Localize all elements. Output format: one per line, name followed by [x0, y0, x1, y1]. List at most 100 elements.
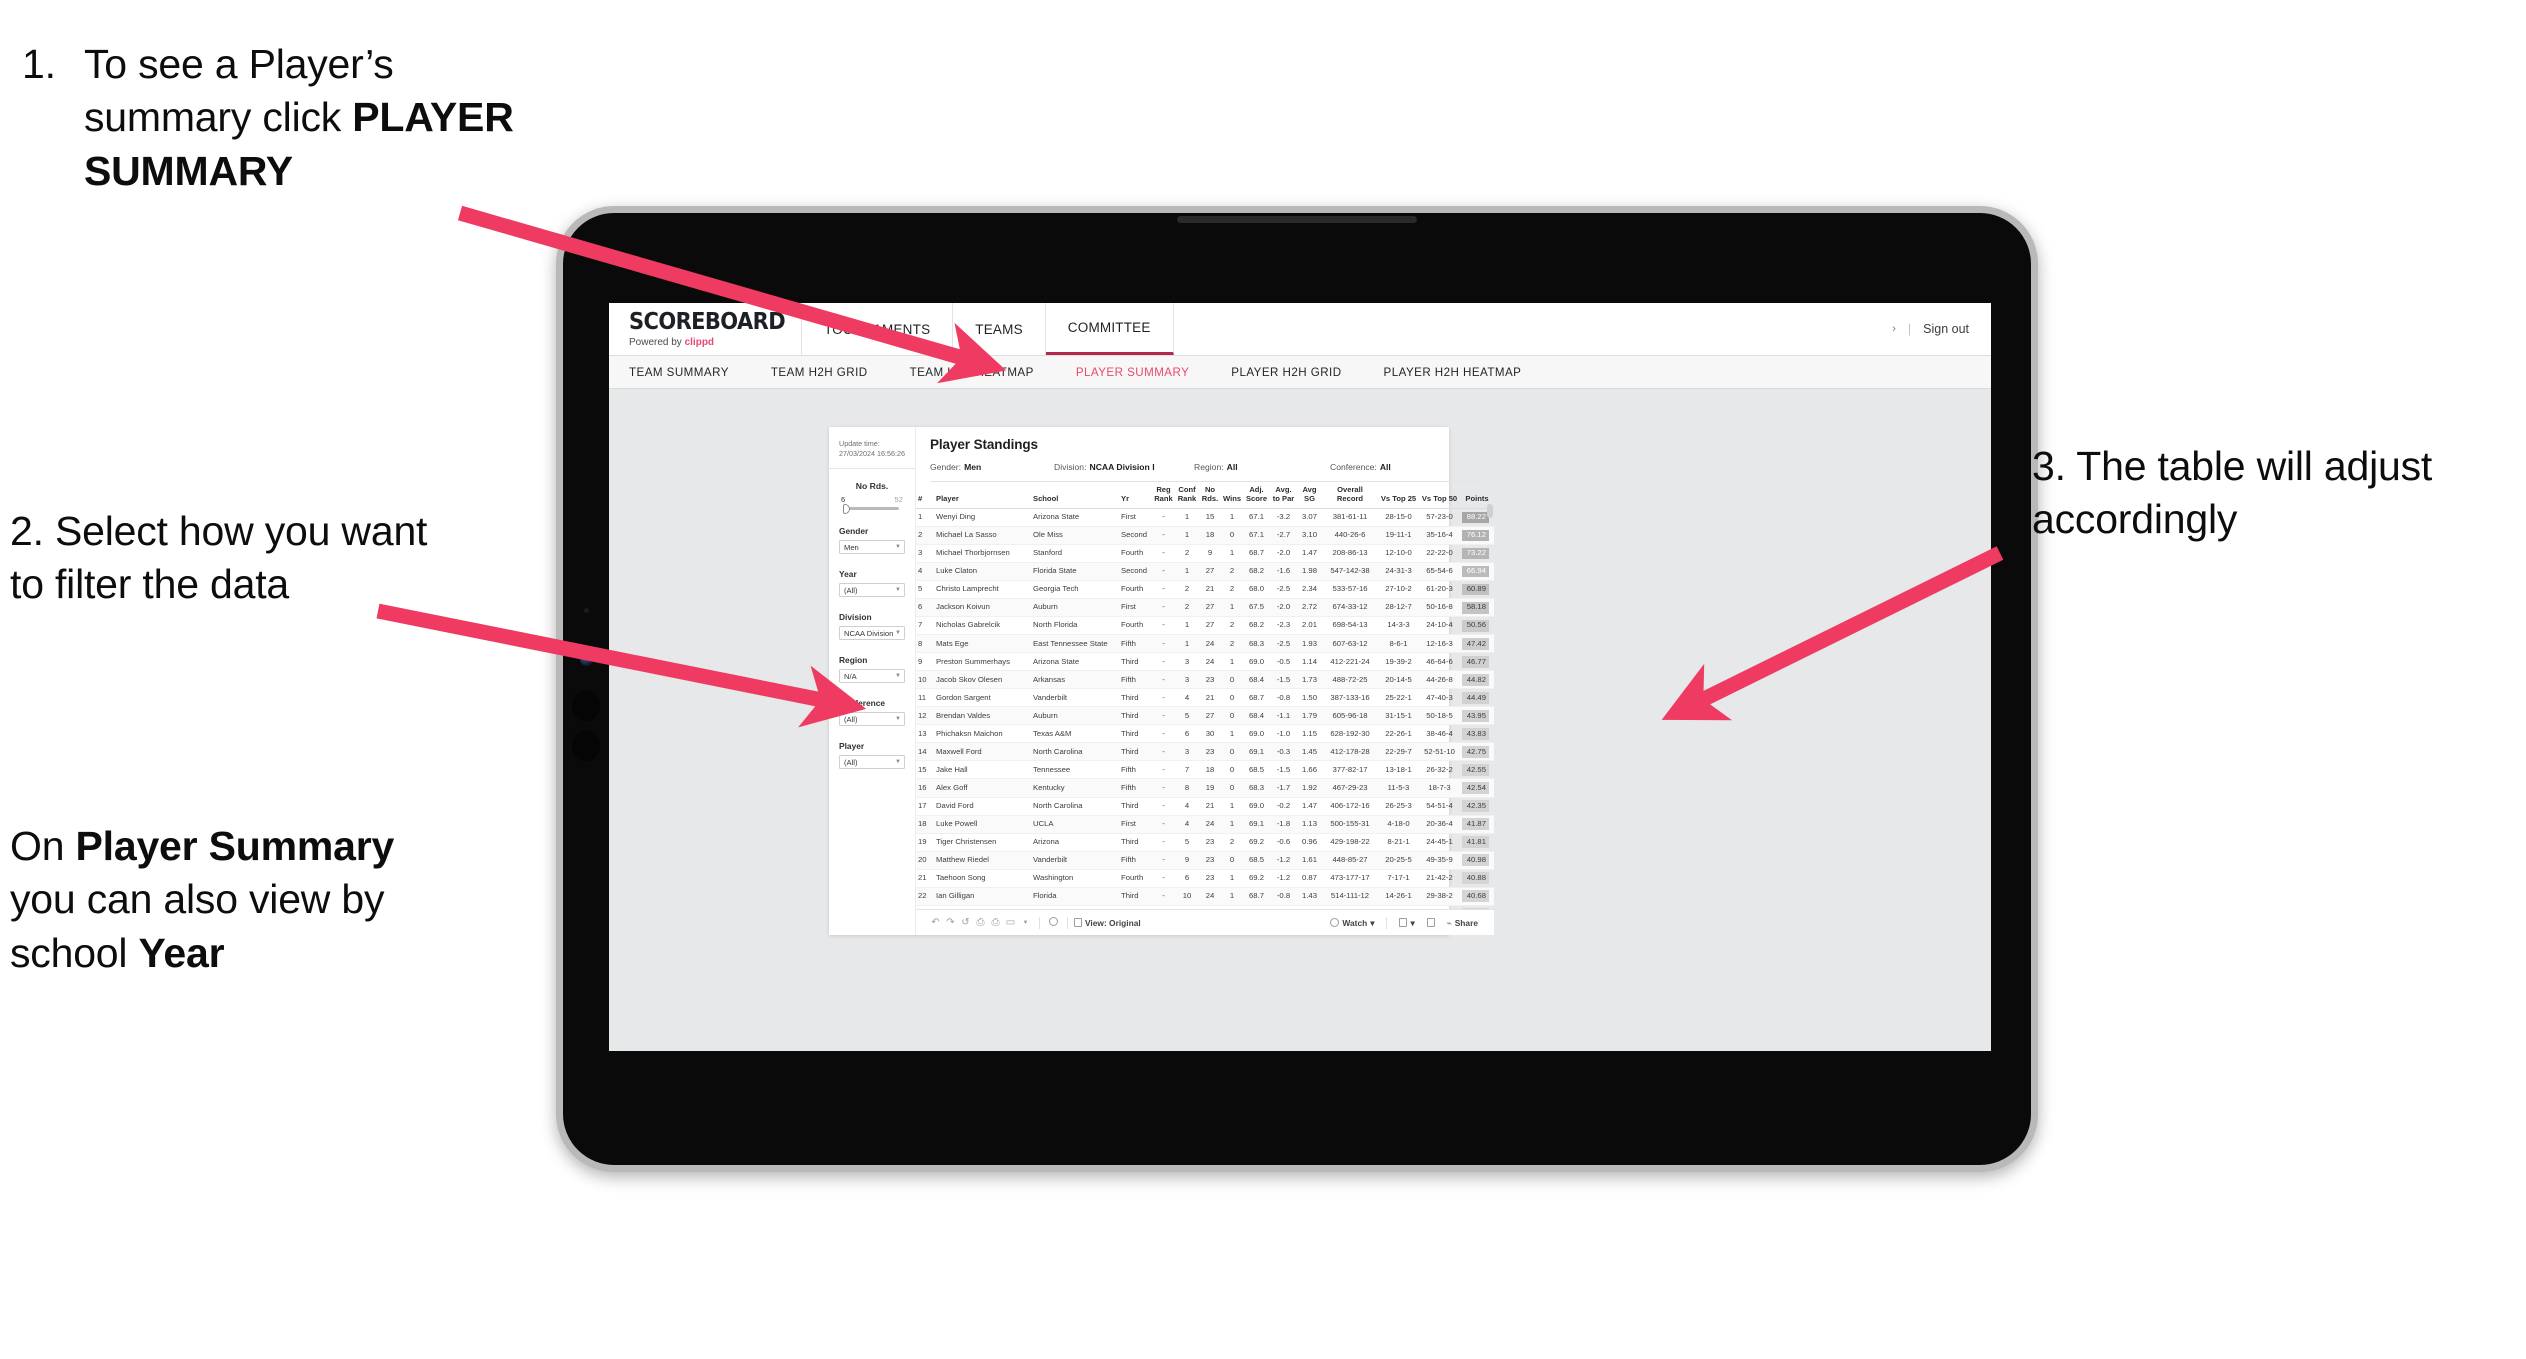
table-row[interactable]: 2 Michael La Sasso Ole Miss Second -1 18 0 67.1…: [916, 526, 1494, 546]
watch-button[interactable]: Watch ▾: [1324, 918, 1380, 928]
table-row[interactable]: 15 Jake Hall Tennessee Fifth -7 18 0 68.5 -1.5 1.…: [916, 760, 1494, 780]
table-column-header[interactable]: Vs Top 25: [1378, 482, 1419, 509]
watch-label: Watch: [1342, 917, 1368, 928]
dashboard-sheet: Update time: 27/03/2024 16:56:26 No Rds.…: [829, 427, 1494, 935]
table-row[interactable]: 9 Preston Summerhays Arizona State Third -3 2…: [916, 652, 1494, 672]
table-row[interactable]: 13 Phichaksn Maichon Texas A&M Third -6 30 1 69…: [916, 724, 1494, 744]
pause-updates-icon[interactable]: ⎙: [988, 917, 1003, 928]
filter-conference-select[interactable]: (All) ▼: [839, 712, 905, 727]
table-cell: 24-45-1: [1419, 833, 1460, 852]
table-cell: North Florida: [1031, 616, 1119, 636]
sign-out-link[interactable]: Sign out: [1923, 322, 1969, 336]
table-column-header[interactable]: Player: [934, 482, 1031, 509]
chevron-down-icon[interactable]: ▼: [1018, 920, 1033, 926]
table-row[interactable]: 10 Jacob Skov Olesen Arkansas Fifth -3 23 0 68.…: [916, 670, 1494, 690]
table-cell: -1.5: [1270, 760, 1297, 780]
table-row[interactable]: 16 Alex Goff Kentucky Fifth -8 19 0 68.3 -1.7 1.9…: [916, 778, 1494, 798]
table-column-header[interactable]: School: [1031, 482, 1119, 509]
annotation-step-2: 2. Select how you want to filter the dat…: [10, 505, 430, 612]
workspace-bottom-pad: [609, 389, 1991, 413]
tablet-button-upper[interactable]: [572, 691, 600, 721]
tab-player-summary[interactable]: PLAYER SUMMARY: [1055, 366, 1210, 379]
table-column-header[interactable]: Adj. Score: [1243, 482, 1270, 509]
points-value: 40.27: [1462, 908, 1489, 909]
table-column-header[interactable]: Vs Top 50: [1419, 482, 1460, 509]
table-scrollbar[interactable]: [1487, 504, 1493, 907]
revert-icon[interactable]: ↺: [958, 917, 973, 928]
standings-header: Player Standings Gender: Men Division: NCA…: [916, 437, 1494, 482]
table-row[interactable]: 18 Luke Powell UCLA First -4 24 1 69.1 -1.8 1.13 5…: [916, 815, 1494, 834]
filter-year-select[interactable]: (All) ▼: [839, 583, 905, 598]
tab-player-h2h-heatmap[interactable]: PLAYER H2H HEATMAP: [1363, 366, 1543, 379]
table-row[interactable]: 4 Luke Claton Florida State Second -1 27 2 68.2…: [916, 562, 1494, 582]
tab-team-h2h-heatmap[interactable]: TEAM H2H HEATMAP: [889, 366, 1055, 379]
table-cell: 30: [1199, 724, 1221, 744]
table-column-header[interactable]: Avg. to Par: [1270, 482, 1297, 509]
fullscreen-button[interactable]: [1421, 918, 1441, 927]
nav-item-teams[interactable]: TEAMS: [953, 303, 1046, 355]
rectangle-select-icon[interactable]: ▭: [1003, 917, 1018, 928]
table-cell: 26-25-3: [1378, 797, 1419, 816]
filter-division-select[interactable]: NCAA Division I ▼: [839, 626, 905, 641]
update-time-value: 27/03/2024 16:56:26: [839, 448, 905, 458]
table-column-header[interactable]: Yr: [1119, 482, 1152, 509]
table-row[interactable]: 17 David Ford North Carolina Third -4 21 1 69.0…: [916, 797, 1494, 816]
download-button[interactable]: ▾: [1393, 918, 1420, 928]
table-cell: Michael La Sasso: [934, 526, 1031, 546]
tablet-button-lower[interactable]: [572, 731, 600, 761]
view-original-button[interactable]: View: Original: [1074, 918, 1141, 928]
table-row[interactable]: 20 Matthew Riedel Vanderbilt Fifth -9 23 0 68.5…: [916, 851, 1494, 870]
filter-gender-select[interactable]: Men ▼: [839, 540, 905, 555]
table-row[interactable]: 7 Nicholas Gabrelcik North Florida Fourth -1…: [916, 616, 1494, 636]
no-rounds-handle[interactable]: [843, 503, 850, 514]
table-row[interactable]: 8 Mats Ege East Tennessee State Fifth -1 24 2 6…: [916, 634, 1494, 654]
table-row[interactable]: 11 Gordon Sargent Vanderbilt Third -4 21 0 68.7…: [916, 688, 1494, 708]
filter-player-select[interactable]: (All) ▼: [839, 755, 905, 770]
table-row[interactable]: 12 Brendan Valdes Auburn Third -5 27 0 68.4 -1.1…: [916, 706, 1494, 726]
brand-logo[interactable]: SCOREBOARD Powered by clippd: [609, 303, 801, 355]
standings-table-scroll[interactable]: # Player School Yr Reg Rank Conf Rank No Rds. Wins…: [916, 482, 1494, 909]
tab-player-h2h-grid[interactable]: PLAYER H2H GRID: [1210, 366, 1362, 379]
table-column-header[interactable]: #: [916, 482, 934, 509]
table-cell: 0: [1221, 760, 1243, 780]
table-row[interactable]: 14 Maxwell Ford North Carolina Third -3 23 0 69…: [916, 742, 1494, 762]
table-column-header[interactable]: Overall Record: [1322, 482, 1378, 509]
table-column-header[interactable]: No Rds.: [1199, 482, 1221, 509]
table-column-header[interactable]: Avg SG: [1297, 482, 1322, 509]
tablet-camera-icon: [580, 653, 593, 666]
table-row[interactable]: 1 Wenyi Ding Arizona State First -1 15 1 67.1 -3…: [916, 508, 1494, 528]
nav-item-tournaments[interactable]: TOURNAMENTS: [801, 303, 954, 355]
table-cell: 47-40-3: [1419, 688, 1460, 708]
table-column-header[interactable]: Wins: [1221, 482, 1243, 509]
table-row[interactable]: 6 Jackson Koivun Auburn First -2 27 1 67.5 -2.0 2…: [916, 598, 1494, 618]
table-row[interactable]: 21 Taehoon Song Washington Fourth -6 23 1 69.2-…: [916, 869, 1494, 888]
no-rounds-track[interactable]: [843, 503, 899, 514]
table-cell: 488-72-25: [1322, 670, 1378, 690]
points-value: 40.68: [1462, 890, 1489, 902]
table-cell: 69.2: [1243, 833, 1270, 852]
refresh-data-icon[interactable]: ⎙: [973, 917, 988, 928]
share-button[interactable]: ⌁ Share: [1441, 918, 1484, 928]
no-rounds-slider[interactable]: No Rds. 6 52: [839, 481, 905, 514]
tab-team-h2h-grid[interactable]: TEAM H2H GRID: [750, 366, 889, 379]
table-row[interactable]: 22 Ian Gilligan Florida Third -10 24 1 68.7 -0.8…: [916, 887, 1494, 906]
undo-icon[interactable]: ↶: [928, 917, 943, 928]
table-cell: 68.7: [1243, 688, 1270, 708]
table-column-header[interactable]: Conf Rank: [1175, 482, 1199, 509]
table-cell: -: [1152, 634, 1175, 654]
table-row[interactable]: 5 Christo Lamprecht Georgia Tech Fourth -2 21…: [916, 580, 1494, 600]
table-scrollbar-thumb[interactable]: [1487, 504, 1493, 518]
table-cell: Washington: [1031, 869, 1119, 888]
table-row[interactable]: 19 Tiger Christensen Arizona Third -5 23 2 69.2…: [916, 833, 1494, 852]
table-row[interactable]: 3 Michael Thorbjornsen Stanford Fourth -2 9 1 6…: [916, 544, 1494, 564]
filter-region-select[interactable]: N/A ▼: [839, 669, 905, 684]
nav-item-committee[interactable]: COMMITTEE: [1045, 303, 1174, 355]
download-icon: [1399, 918, 1408, 927]
table-cell: Wenyi Ding: [934, 508, 1031, 528]
table-cell: 0: [1221, 742, 1243, 762]
table-column-header[interactable]: Reg Rank: [1152, 482, 1175, 509]
table-row[interactable]: 23Jack LundinMissouriFourth-1124068.5-2.…: [916, 905, 1494, 909]
tab-team-summary[interactable]: TEAM SUMMARY: [629, 366, 750, 379]
redo-icon[interactable]: ↷: [943, 917, 958, 928]
device-preview-icon[interactable]: [1046, 916, 1061, 929]
